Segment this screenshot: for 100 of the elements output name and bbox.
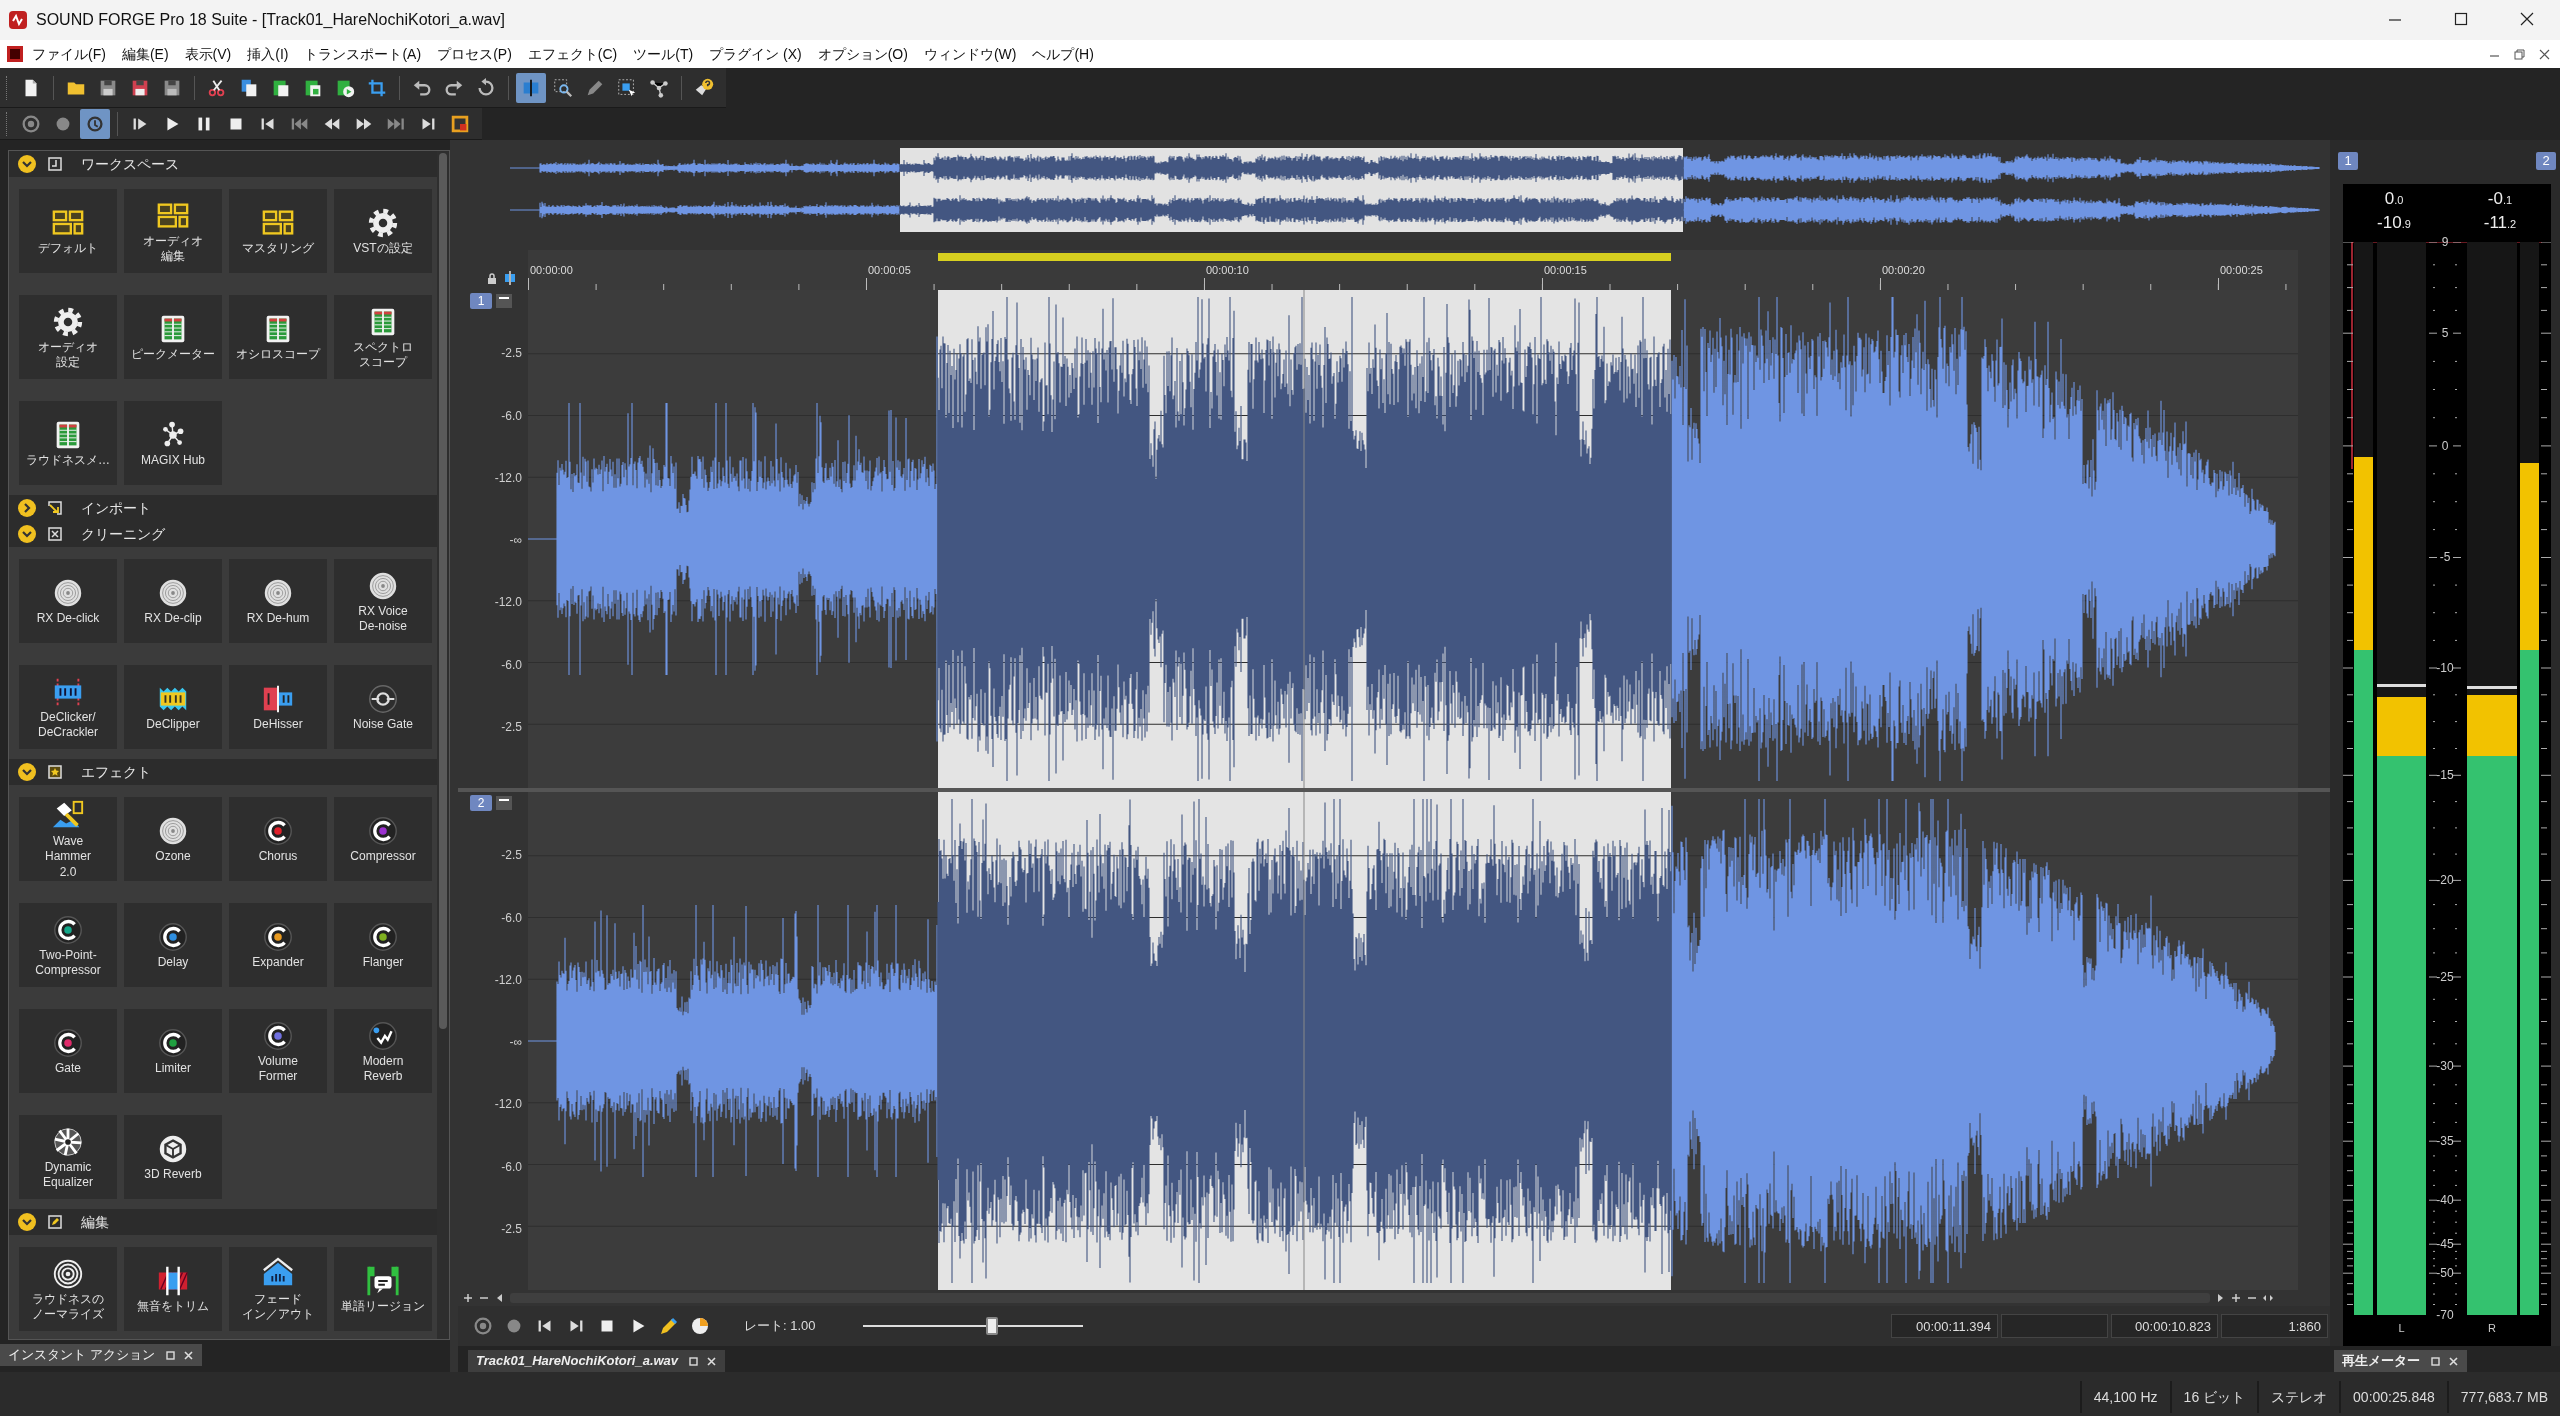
preset-tile[interactable]: Expander xyxy=(229,903,327,987)
scrollbar-thumb[interactable] xyxy=(439,153,447,1029)
chevron-right-icon[interactable] xyxy=(17,498,37,518)
level-label: -6.0 xyxy=(501,1159,522,1176)
preset-tile[interactable]: オーディオ 編集 xyxy=(124,189,222,273)
preset-tile[interactable]: DeClicker/ DeCrackler xyxy=(19,665,117,749)
document-tab[interactable]: Track01_HareNochiKotori_a.wav xyxy=(468,1350,726,1372)
preset-tile[interactable]: Gate xyxy=(19,1009,117,1093)
menu-item[interactable]: プラグイン (X) xyxy=(701,41,810,67)
preset-tile[interactable]: Chorus xyxy=(229,797,327,881)
close-icon[interactable] xyxy=(2539,48,2550,60)
waveform-drawing[interactable] xyxy=(528,792,2298,1290)
loop-icon[interactable] xyxy=(80,108,110,139)
panel-tab[interactable]: インスタント アクション xyxy=(0,1344,202,1366)
preset-tile[interactable]: Modern Reverb xyxy=(334,1009,432,1093)
menu-item[interactable]: ファイル(F) xyxy=(24,41,114,67)
preset-tile[interactable]: DeClipper xyxy=(124,665,222,749)
section-header[interactable]: 編集 xyxy=(9,1209,437,1235)
record-icon[interactable] xyxy=(472,1315,494,1337)
panel-tab[interactable]: 再生メーター xyxy=(2334,1350,2467,1372)
menu-item[interactable]: 編集(E) xyxy=(113,41,177,67)
section-header[interactable]: ワークスペース xyxy=(9,151,437,177)
pencil-icon[interactable] xyxy=(658,1315,680,1337)
close-icon[interactable] xyxy=(706,1355,718,1367)
preset-tile[interactable]: Noise Gate xyxy=(334,665,432,749)
slider-thumb[interactable] xyxy=(986,1317,999,1335)
menu-item[interactable]: エフェクト(C) xyxy=(519,41,626,67)
pie-icon[interactable] xyxy=(689,1315,711,1337)
menu-item[interactable]: ヘルプ(H) xyxy=(1024,41,1102,67)
close-icon[interactable] xyxy=(2520,12,2534,26)
scale-label: -35 xyxy=(2436,1133,2454,1151)
restore-icon[interactable] xyxy=(688,1355,701,1367)
menu-item[interactable]: プロセス(P) xyxy=(429,41,520,67)
chevron-down-icon[interactable] xyxy=(17,762,37,782)
preset-tile[interactable]: オーディオ 設定 xyxy=(19,295,117,379)
track-number[interactable]: 1 xyxy=(470,293,492,309)
preset-tile[interactable]: Compressor xyxy=(334,797,432,881)
preset-tile[interactable]: マスタリング xyxy=(229,189,327,273)
preset-tile[interactable]: Flanger xyxy=(334,903,432,987)
section-header[interactable]: インポート xyxy=(9,495,437,521)
channel-badge[interactable]: 2 xyxy=(2536,152,2556,170)
snap-icon[interactable] xyxy=(502,270,518,286)
menu-item[interactable]: 表示(V) xyxy=(176,41,240,67)
preset-tile[interactable]: RX De-hum xyxy=(229,559,327,643)
preset-tile[interactable]: RX Voice De-noise xyxy=(334,559,432,643)
restore-icon[interactable] xyxy=(2514,48,2525,60)
minus-icon[interactable] xyxy=(496,796,512,810)
zoom-in-icon[interactable] xyxy=(462,1292,474,1304)
menu-item[interactable]: トランスポート(A) xyxy=(296,41,430,67)
track-number[interactable]: 2 xyxy=(470,795,492,811)
vertical-scrollbar[interactable] xyxy=(437,151,449,1339)
channel-badge[interactable]: 1 xyxy=(2338,152,2358,170)
scale-label: 0 xyxy=(2441,437,2449,455)
preset-tile[interactable]: Wave Hammer 2.0 xyxy=(19,797,117,881)
preset-tile[interactable]: フェード イン／アウト xyxy=(229,1247,327,1331)
preset-tile[interactable]: MAGIX Hub xyxy=(124,401,222,485)
preset-tile[interactable]: RX De-click xyxy=(19,559,117,643)
lock-icon[interactable] xyxy=(486,272,498,285)
menu-item[interactable]: 挿入(I) xyxy=(239,41,297,67)
time-field[interactable]: 00:00:11.394 xyxy=(1891,1314,1998,1338)
preset-tile[interactable]: スペクトロ スコープ xyxy=(334,295,432,379)
preset-tile[interactable]: デフォルト xyxy=(19,189,117,273)
preset-tile[interactable]: ラウドネスの ノーマライズ xyxy=(19,1247,117,1331)
preset-tile[interactable]: オシロスコープ xyxy=(229,295,327,379)
preset-tile[interactable]: 無音をトリム xyxy=(124,1247,222,1331)
chevron-down-icon[interactable] xyxy=(17,154,37,174)
menu-item[interactable]: ウィンドウ(W) xyxy=(915,41,1025,67)
channel-label: L xyxy=(2398,1321,2405,1336)
selection-tool-icon[interactable] xyxy=(516,72,546,103)
time-field[interactable]: 1:860 xyxy=(2221,1314,2328,1338)
menu-item[interactable]: ツール(T) xyxy=(625,41,702,67)
preset-tile[interactable]: RX De-clip xyxy=(124,559,222,643)
minus-icon[interactable] xyxy=(496,294,512,308)
time-field[interactable]: 00:00:10.823 xyxy=(2111,1314,2218,1338)
time-field[interactable] xyxy=(2001,1314,2108,1338)
waveform-drawing[interactable] xyxy=(528,290,2298,788)
section-header[interactable]: エフェクト xyxy=(9,759,437,785)
preset-tile[interactable]: Volume Former xyxy=(229,1009,327,1093)
chevron-down-icon[interactable] xyxy=(17,524,37,544)
tab-title: Track01_HareNochiKotori_a.wav xyxy=(476,1352,679,1371)
preset-tile[interactable]: Delay xyxy=(124,903,222,987)
preset-tile[interactable]: 単語リージョン xyxy=(334,1247,432,1331)
preset-tile[interactable]: Dynamic Equalizer xyxy=(19,1115,117,1199)
restore-icon[interactable] xyxy=(164,1349,177,1361)
zoom-in-icon[interactable] xyxy=(2230,1292,2242,1304)
maximize-icon[interactable] xyxy=(2454,12,2468,26)
restore-icon[interactable] xyxy=(2430,1355,2442,1367)
preset-tile[interactable]: VSTの設定 xyxy=(334,189,432,273)
status-cell: 777,683.7 MB xyxy=(2446,1381,2560,1413)
menu-item[interactable]: オプション(O) xyxy=(809,41,916,67)
preset-tile[interactable]: ラウドネスメ… xyxy=(19,401,117,485)
preset-tile[interactable]: Ozone xyxy=(124,797,222,881)
preset-tile[interactable]: Limiter xyxy=(124,1009,222,1093)
section-header[interactable]: クリーニング xyxy=(9,521,437,547)
preset-tile[interactable]: DeHisser xyxy=(229,665,327,749)
resize-icon[interactable] xyxy=(2262,1292,2274,1304)
chevron-down-icon[interactable] xyxy=(17,1212,37,1232)
preset-tile[interactable]: Two-Point- Compressor xyxy=(19,903,117,987)
preset-tile[interactable]: 3D Reverb xyxy=(124,1115,222,1199)
preset-tile[interactable]: ピークメーター xyxy=(124,295,222,379)
